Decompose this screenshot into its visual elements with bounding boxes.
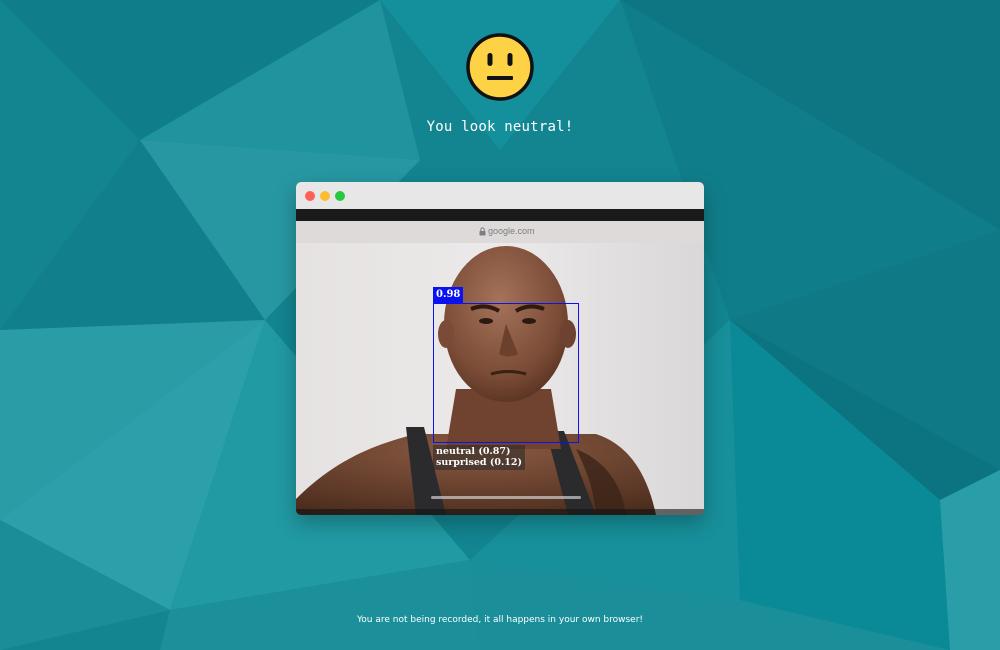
maximize-dot-icon[interactable] <box>335 191 345 201</box>
url-text: google.com <box>488 226 535 236</box>
browser-window: google.com 0.98 neutral (0.87) surprised… <box>296 182 704 515</box>
lock-icon <box>479 227 486 236</box>
window-titlebar <box>296 182 704 209</box>
privacy-note: You are not being recorded, it all happe… <box>356 615 644 625</box>
expression-item: neutral (0.87) <box>436 446 511 457</box>
neutral-face-icon <box>466 33 534 101</box>
detection-score: 0.98 <box>433 287 464 303</box>
face-detection-box <box>433 303 579 443</box>
expression-item: surprised (0.12) <box>436 457 522 468</box>
minimize-dot-icon[interactable] <box>320 191 330 201</box>
close-dot-icon[interactable] <box>305 191 315 201</box>
expression-message: You look neutral! <box>426 119 574 135</box>
expression-list: neutral (0.87) surprised (0.12) <box>433 445 525 470</box>
